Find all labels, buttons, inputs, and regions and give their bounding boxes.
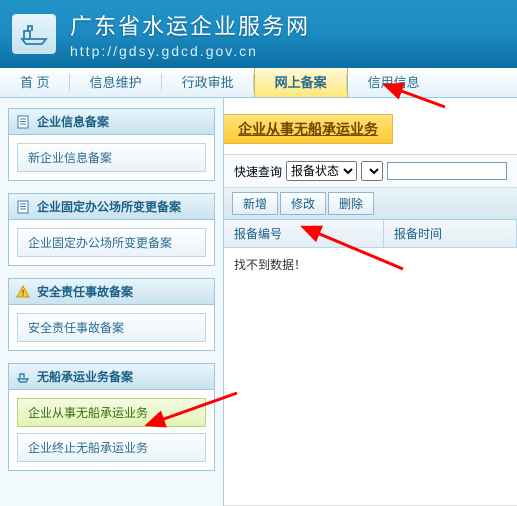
doc-icon xyxy=(15,199,31,215)
nav-item[interactable]: 首 页 xyxy=(0,68,70,97)
panel-title: 企业固定办公场所变更备案 xyxy=(37,198,181,215)
logo xyxy=(12,14,56,54)
panel-header[interactable]: 企业信息备案 xyxy=(9,109,214,135)
panel-body: 企业从事无船承运业务企业终止无船承运业务 xyxy=(9,390,214,470)
sidebar: 企业信息备案新企业信息备案企业固定办公场所变更备案企业固定办公场所变更备案安全责… xyxy=(0,98,224,506)
sidebar-panel: 企业信息备案新企业信息备案 xyxy=(8,108,215,181)
site-url: http://gdsy.gdcd.gov.cn xyxy=(70,43,310,59)
panel-body: 安全责任事故备案 xyxy=(9,305,214,350)
grid-header: 报备编号 报备时间 xyxy=(224,220,517,248)
panel-title: 无船承运业务备案 xyxy=(37,368,133,385)
sidebar-panel: 安全责任事故备案安全责任事故备案 xyxy=(8,278,215,351)
panel-body: 企业固定办公场所变更备案 xyxy=(9,220,214,265)
panel-title: 企业信息备案 xyxy=(37,113,109,130)
doc-icon xyxy=(15,114,31,130)
panel-header[interactable]: 企业固定办公场所变更备案 xyxy=(9,194,214,220)
add-button[interactable]: 新增 xyxy=(232,192,278,215)
main-content: 企业从事无船承运业务 快速查询 报备状态 新增 修改 删除 报备编号 报备时间 … xyxy=(224,98,517,506)
edit-button[interactable]: 修改 xyxy=(280,192,326,215)
panel-header[interactable]: 安全责任事故备案 xyxy=(9,279,214,305)
panel-header[interactable]: 无船承运业务备案 xyxy=(9,364,214,390)
main-nav: 首 页信息维护行政审批网上备案信用信息 xyxy=(0,68,517,98)
panel-title: 安全责任事故备案 xyxy=(37,283,133,300)
sidebar-panel: 无船承运业务备案企业从事无船承运业务企业终止无船承运业务 xyxy=(8,363,215,471)
sidebar-link[interactable]: 安全责任事故备案 xyxy=(17,313,206,342)
content-title: 企业从事无船承运业务 xyxy=(224,114,393,144)
sidebar-panel: 企业固定办公场所变更备案企业固定办公场所变更备案 xyxy=(8,193,215,266)
panel-body: 新企业信息备案 xyxy=(9,135,214,180)
sidebar-link[interactable]: 企业固定办公场所变更备案 xyxy=(17,228,206,257)
query-label: 快速查询 xyxy=(234,163,282,180)
nav-item[interactable]: 信用信息 xyxy=(348,68,440,97)
ship-icon xyxy=(15,369,31,385)
col-report-number[interactable]: 报备编号 xyxy=(224,220,384,247)
content-title-bar: 企业从事无船承运业务 xyxy=(224,114,517,144)
site-title: 广东省水运企业服务网 xyxy=(70,9,310,41)
action-toolbar: 新增 修改 删除 xyxy=(224,188,517,220)
nav-item[interactable]: 网上备案 xyxy=(254,68,348,97)
query-input[interactable] xyxy=(387,162,507,180)
grid-empty-message: 找不到数据！ xyxy=(224,248,517,506)
query-field-select[interactable]: 报备状态 xyxy=(286,161,357,181)
sidebar-link[interactable]: 企业终止无船承运业务 xyxy=(17,433,206,462)
query-op-select[interactable] xyxy=(361,161,383,181)
warn-icon xyxy=(15,284,31,300)
delete-button[interactable]: 删除 xyxy=(328,192,374,215)
col-report-time[interactable]: 报备时间 xyxy=(384,220,517,247)
sidebar-link[interactable]: 新企业信息备案 xyxy=(17,143,206,172)
nav-item[interactable]: 信息维护 xyxy=(70,68,162,97)
query-bar: 快速查询 报备状态 xyxy=(224,154,517,188)
header: 广东省水运企业服务网 http://gdsy.gdcd.gov.cn xyxy=(0,0,517,68)
nav-item[interactable]: 行政审批 xyxy=(162,68,254,97)
sidebar-link[interactable]: 企业从事无船承运业务 xyxy=(17,398,206,427)
